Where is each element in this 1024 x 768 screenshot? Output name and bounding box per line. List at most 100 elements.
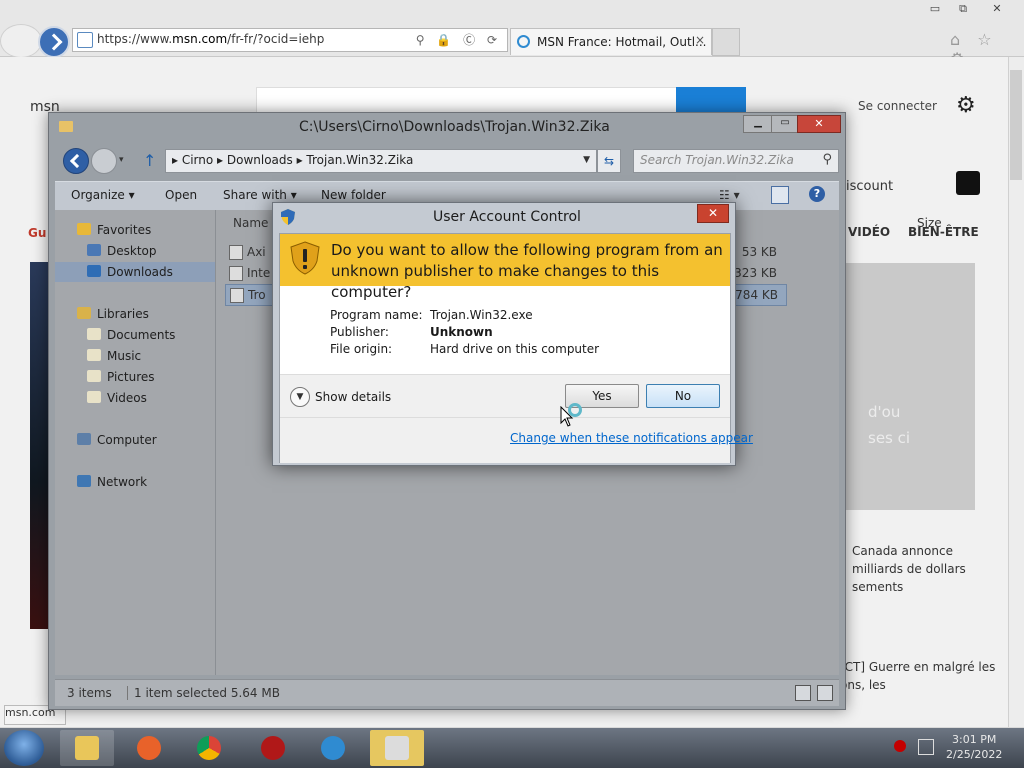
chevron-down-icon[interactable]: ▼ <box>583 155 590 165</box>
refresh-button[interactable]: ⇆ <box>597 149 621 173</box>
taskbar-trojan[interactable] <box>370 730 424 766</box>
maximize-button[interactable]: ⧉ <box>950 0 976 18</box>
taskbar-chrome[interactable] <box>182 730 236 766</box>
sidebar-item-label: Music <box>107 349 142 363</box>
sidebar-item-label: Network <box>97 475 148 489</box>
gear-icon[interactable]: ⚙ <box>956 93 976 118</box>
change-view-icon[interactable]: ☷ ▾ <box>719 188 740 202</box>
videos-icon <box>87 391 101 403</box>
details-view-icon[interactable] <box>795 685 811 701</box>
documents-icon <box>87 328 101 340</box>
divider <box>280 417 730 418</box>
pictures-icon <box>87 370 101 382</box>
maximize-button[interactable]: ▭ <box>771 115 799 133</box>
url-host: msn.com <box>172 32 228 46</box>
start-button[interactable] <box>4 730 44 766</box>
program-info: Program name: Trojan.Win32.exe Publisher… <box>280 286 730 374</box>
browser-tab-msn[interactable]: MSN France: Hotmail, Outl... × <box>510 28 712 55</box>
minimize-button[interactable]: ▁ <box>743 115 773 133</box>
nav-video[interactable]: VIDÉO <box>848 225 890 239</box>
address-url[interactable]: https://www.msn.com/fr-fr/?ocid=iehp <box>97 32 324 46</box>
uac-content: Do you want to allow the following progr… <box>279 233 753 463</box>
column-header-name[interactable]: Name <box>233 216 268 230</box>
sidebar-item-libraries[interactable]: Libraries <box>55 304 215 324</box>
news-item[interactable]: [CT] Guerre en malgré les ons, les <box>840 658 1000 694</box>
close-button[interactable]: ✕ <box>984 0 1010 18</box>
forward-button[interactable] <box>91 148 117 174</box>
clock[interactable]: 3:01 PM 2/25/2022 <box>946 732 1002 762</box>
sidebar-item-pictures[interactable]: Pictures <box>55 367 215 387</box>
close-button[interactable]: ✕ <box>797 115 841 133</box>
shopping-bag-icon[interactable] <box>956 171 980 195</box>
explorer-titlebar[interactable]: C:\Users\Cirno\Downloads\Trojan.Win32.Zi… <box>49 113 845 141</box>
sidebar-item-downloads[interactable]: Downloads <box>55 262 215 282</box>
scrollbar-thumb[interactable] <box>1010 70 1022 180</box>
no-button[interactable]: No <box>646 384 720 408</box>
column-header-size[interactable]: Size <box>917 216 942 230</box>
recent-locations-dropdown[interactable]: ▾ <box>119 155 124 165</box>
breadcrumb-path[interactable]: ▸ Cirno ▸ Downloads ▸ Trojan.Win32.Zika <box>172 153 413 167</box>
search-input[interactable]: Search Trojan.Win32.Zika ⚲ <box>633 149 839 173</box>
network-icon[interactable] <box>918 739 934 755</box>
new-tab-button[interactable] <box>712 28 740 56</box>
sidebar-item-favorites[interactable]: Favorites <box>55 220 215 240</box>
chevron-down-icon[interactable]: ▼ <box>290 387 310 407</box>
trojan-app-icon <box>385 736 409 760</box>
navigation-pane: Favorites Desktop Downloads Libraries Do… <box>55 210 216 675</box>
search-icon[interactable]: ⚲ <box>822 152 832 167</box>
news-image-strip[interactable] <box>30 262 50 629</box>
change-notifications-link[interactable]: Change when these notifications appear <box>510 431 753 445</box>
uac-titlebar[interactable]: User Account Control ✕ <box>273 203 735 231</box>
show-details-button[interactable]: Show details <box>315 390 391 404</box>
sidebar-item-label: Videos <box>107 391 147 405</box>
back-button[interactable] <box>38 26 70 58</box>
tab-close-icon[interactable]: × <box>695 33 705 47</box>
publisher-value: Unknown <box>430 325 493 339</box>
up-arrow-icon[interactable]: ↑ <box>143 151 156 170</box>
ie-icon <box>321 736 345 760</box>
page-icon <box>77 32 93 48</box>
taskbar: 3:01 PM 2/25/2022 <box>0 728 1024 768</box>
search-placeholder: Search Trojan.Win32.Zika <box>640 153 794 167</box>
file-icon <box>229 245 243 260</box>
sidebar-item-music[interactable]: Music <box>55 346 215 366</box>
taskbar-explorer[interactable] <box>60 730 114 766</box>
program-name-value: Trojan.Win32.exe <box>430 308 533 322</box>
minimize-button[interactable]: ▭ <box>922 0 948 18</box>
file-name: Inte <box>247 266 271 280</box>
discount-link[interactable]: iscount <box>846 179 893 194</box>
chrome-icon <box>197 736 221 760</box>
sidebar-item-documents[interactable]: Documents <box>55 325 215 345</box>
breadcrumb[interactable]: ▸ Cirno ▸ Downloads ▸ Trojan.Win32.Zika … <box>165 149 597 173</box>
organize-button[interactable]: Organize ▾ <box>71 188 135 202</box>
tab-title: MSN France: Hotmail, Outl... <box>537 35 707 49</box>
uac-dialog: User Account Control ✕ Do you want to al… <box>272 202 753 466</box>
taskbar-firefox[interactable] <box>122 730 176 766</box>
news-item[interactable]: Canada annonce milliards de dollars seme… <box>852 542 1002 596</box>
large-icons-view-icon[interactable] <box>817 685 833 701</box>
taskbar-opera[interactable] <box>246 730 300 766</box>
file-name: Axi <box>247 245 266 259</box>
new-folder-button[interactable]: New folder <box>321 188 386 202</box>
address-bar[interactable]: https://www.msn.com/fr-fr/?ocid=iehp ⚲ 🔒… <box>72 28 508 52</box>
help-icon[interactable]: ? <box>809 186 825 202</box>
share-with-button[interactable]: Share with ▾ <box>223 188 297 202</box>
open-button[interactable]: Open <box>165 188 197 202</box>
sign-in-link[interactable]: Se connecter <box>858 99 937 113</box>
address-bar-icons[interactable]: ⚲ 🔒 Ⓒ ⟳ <box>416 31 501 48</box>
shield-icon <box>281 209 295 225</box>
sidebar-item-computer[interactable]: Computer <box>55 430 215 450</box>
sidebar-item-label: Libraries <box>97 307 149 321</box>
ie-ghost-button <box>0 24 42 58</box>
taskbar-ie[interactable] <box>306 730 360 766</box>
preview-pane-icon[interactable] <box>771 186 789 204</box>
security-alert-icon[interactable] <box>894 740 906 752</box>
sidebar-item-videos[interactable]: Videos <box>55 388 215 408</box>
clock-date: 2/25/2022 <box>946 748 1003 761</box>
sidebar-item-desktop[interactable]: Desktop <box>55 241 215 261</box>
nav-guide-fragment[interactable]: Gu <box>28 226 46 240</box>
hero-card[interactable]: d'ou ses ci <box>840 263 975 510</box>
close-button[interactable]: ✕ <box>697 204 729 223</box>
back-button[interactable] <box>63 148 89 174</box>
sidebar-item-network[interactable]: Network <box>55 472 215 492</box>
